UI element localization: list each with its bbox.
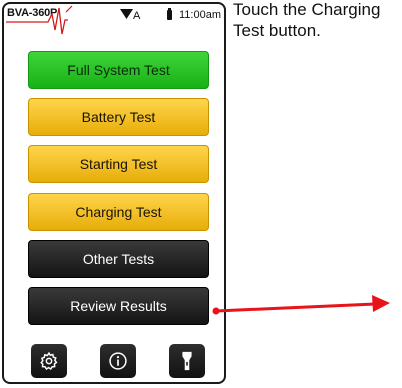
gear-icon (40, 351, 58, 371)
other-tests-button[interactable]: Other Tests (28, 240, 209, 278)
signal-icon (120, 9, 133, 19)
full-system-test-button[interactable]: Full System Test (28, 51, 209, 89)
charging-test-button[interactable]: Charging Test (28, 193, 209, 231)
info-button[interactable] (100, 344, 136, 378)
signal-label: A (133, 10, 141, 22)
settings-button[interactable] (31, 344, 67, 378)
battery-test-button[interactable]: Battery Test (28, 98, 209, 136)
battery-icon (167, 8, 172, 20)
brand-logo-icon (6, 5, 73, 35)
starting-test-button[interactable]: Starting Test (28, 145, 209, 183)
review-results-label: Review Results (70, 298, 167, 314)
charging-test-label: Charging Test (75, 204, 162, 220)
status-bar: BVA-360P A 11:00am (4, 4, 224, 38)
clock-time: 11:00am (179, 9, 221, 21)
full-system-test-label: Full System Test (67, 62, 170, 78)
info-icon (109, 352, 127, 370)
battery-test-label: Battery Test (81, 109, 156, 125)
starting-test-label: Starting Test (79, 156, 158, 172)
flashlight-icon (182, 351, 192, 371)
review-results-button[interactable]: Review Results (28, 287, 209, 325)
flashlight-button[interactable] (169, 344, 205, 378)
device-screen: BVA-360P A 11:00am Full System Test Batt… (2, 2, 226, 384)
instruction-text: Touch the Charging Test button. (233, 0, 381, 40)
other-tests-label: Other Tests (82, 251, 155, 267)
